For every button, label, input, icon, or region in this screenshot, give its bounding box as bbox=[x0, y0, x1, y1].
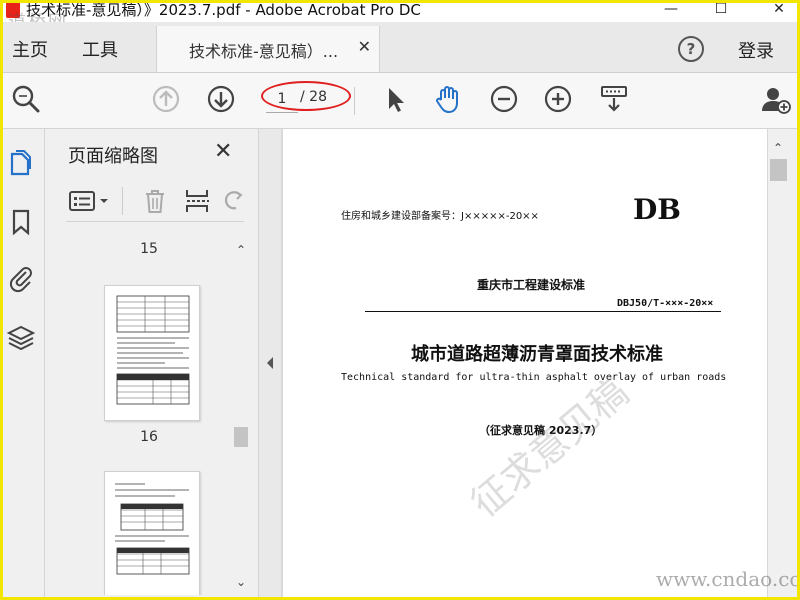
db-mark: DB bbox=[633, 193, 681, 226]
draft-watermark: 征求意见稿 bbox=[462, 369, 637, 526]
thumbnail-page-15-preview bbox=[116, 295, 190, 405]
header-rule bbox=[365, 311, 721, 312]
collapse-panel-icon[interactable] bbox=[265, 355, 275, 371]
title-bar: 技术标准-意见稿）》2023.7.pdf - Adobe Acrobat Pro… bbox=[0, 0, 800, 22]
layers-icon[interactable] bbox=[6, 323, 36, 353]
thumbnail-options-icon[interactable] bbox=[68, 189, 112, 213]
close-panel-button[interactable]: ✕ bbox=[214, 139, 232, 164]
insert-page-icon[interactable] bbox=[184, 187, 212, 215]
next-page-icon[interactable] bbox=[205, 83, 237, 115]
thumbnail-page-16-preview bbox=[115, 483, 190, 575]
close-tab-button[interactable]: ✕ bbox=[358, 37, 371, 56]
zoom-out-icon[interactable] bbox=[488, 83, 520, 115]
thumbnail-page-16[interactable] bbox=[104, 471, 200, 595]
doc-scroll-up-icon[interactable]: ⌃ bbox=[773, 141, 783, 155]
close-window-button[interactable]: ✕ bbox=[764, 0, 794, 20]
menu-home[interactable]: 主页 bbox=[12, 36, 48, 62]
thumbnail-page-number: 16 bbox=[140, 429, 158, 445]
site-watermark: www.cndao.com bbox=[656, 567, 800, 591]
share-user-icon[interactable] bbox=[760, 83, 792, 115]
document-title-cn: 城市道路超薄沥青罩面技术标准 bbox=[411, 344, 663, 365]
zoom-in-icon[interactable] bbox=[542, 83, 574, 115]
bookmarks-icon[interactable] bbox=[6, 207, 36, 237]
menu-tools[interactable]: 工具 bbox=[82, 36, 118, 62]
hand-tool-icon[interactable] bbox=[432, 83, 464, 115]
document-view[interactable]: 住房和城乡建设部备案号：J×××××-20×× DB 重庆市工程建设标准 DBJ… bbox=[281, 129, 767, 600]
attachments-icon[interactable] bbox=[6, 263, 36, 293]
previous-page-icon[interactable] bbox=[150, 83, 182, 115]
scroll-down-icon[interactable]: ⌄ bbox=[236, 575, 246, 589]
doc-scroll-thumb[interactable] bbox=[770, 159, 787, 181]
toolbar: / 28 bbox=[0, 73, 800, 129]
issuer-title: 重庆市工程建设标准 bbox=[477, 278, 586, 292]
red-annotation-circle bbox=[261, 81, 351, 111]
document-tab-label: 技术标准-意见稿）... bbox=[189, 42, 339, 61]
delete-page-icon[interactable] bbox=[142, 187, 168, 215]
panel-toolbar-divider bbox=[122, 187, 123, 215]
thumbnail-page-15[interactable] bbox=[104, 285, 200, 421]
scroll-up-icon[interactable]: ⌃ bbox=[236, 243, 246, 257]
panel-splitter[interactable] bbox=[258, 129, 281, 600]
thumbnail-list: 15 16 bbox=[66, 235, 232, 595]
minimize-button[interactable]: — bbox=[656, 0, 686, 20]
fit-page-icon[interactable] bbox=[598, 83, 630, 115]
login-button[interactable]: 登录 bbox=[738, 37, 774, 63]
thumbnails-panel: 页面缩略图 ✕ 15 16 ⌃ ⌄ bbox=[50, 129, 258, 600]
maximize-button[interactable]: ☐ bbox=[706, 0, 736, 20]
pdf-page: 住房和城乡建设部备案号：J×××××-20×× DB 重庆市工程建设标准 DBJ… bbox=[283, 129, 767, 600]
filing-number: 住房和城乡建设部备案号：J×××××-20×× bbox=[341, 211, 539, 222]
standard-code: DBJ50/T-×××-20×× bbox=[617, 298, 714, 309]
thumbnail-page-number: 15 bbox=[140, 241, 158, 257]
toolbar-divider bbox=[354, 87, 355, 115]
panel-title: 页面缩略图 bbox=[68, 146, 158, 167]
panel-toolbar bbox=[66, 181, 244, 222]
navigation-rail bbox=[0, 129, 45, 600]
document-title-en: Technical standard for ultra-thin asphal… bbox=[341, 372, 727, 383]
select-cursor-icon[interactable] bbox=[380, 83, 412, 115]
document-scrollbar[interactable]: ⌃ bbox=[767, 129, 790, 600]
help-icon[interactable]: ? bbox=[678, 36, 704, 62]
window-title: 技术标准-意见稿）》2023.7.pdf - Adobe Acrobat Pro… bbox=[26, 1, 421, 19]
rotate-page-icon[interactable] bbox=[222, 189, 244, 213]
page-thumbnails-icon[interactable] bbox=[6, 149, 36, 179]
document-tab[interactable]: 技术标准-意见稿）... ✕ bbox=[156, 26, 380, 72]
thumbnail-scroll-thumb[interactable] bbox=[234, 427, 248, 447]
find-zoom-icon[interactable] bbox=[10, 83, 42, 115]
thumbnail-scrollbar[interactable]: ⌃ ⌄ bbox=[232, 239, 250, 594]
